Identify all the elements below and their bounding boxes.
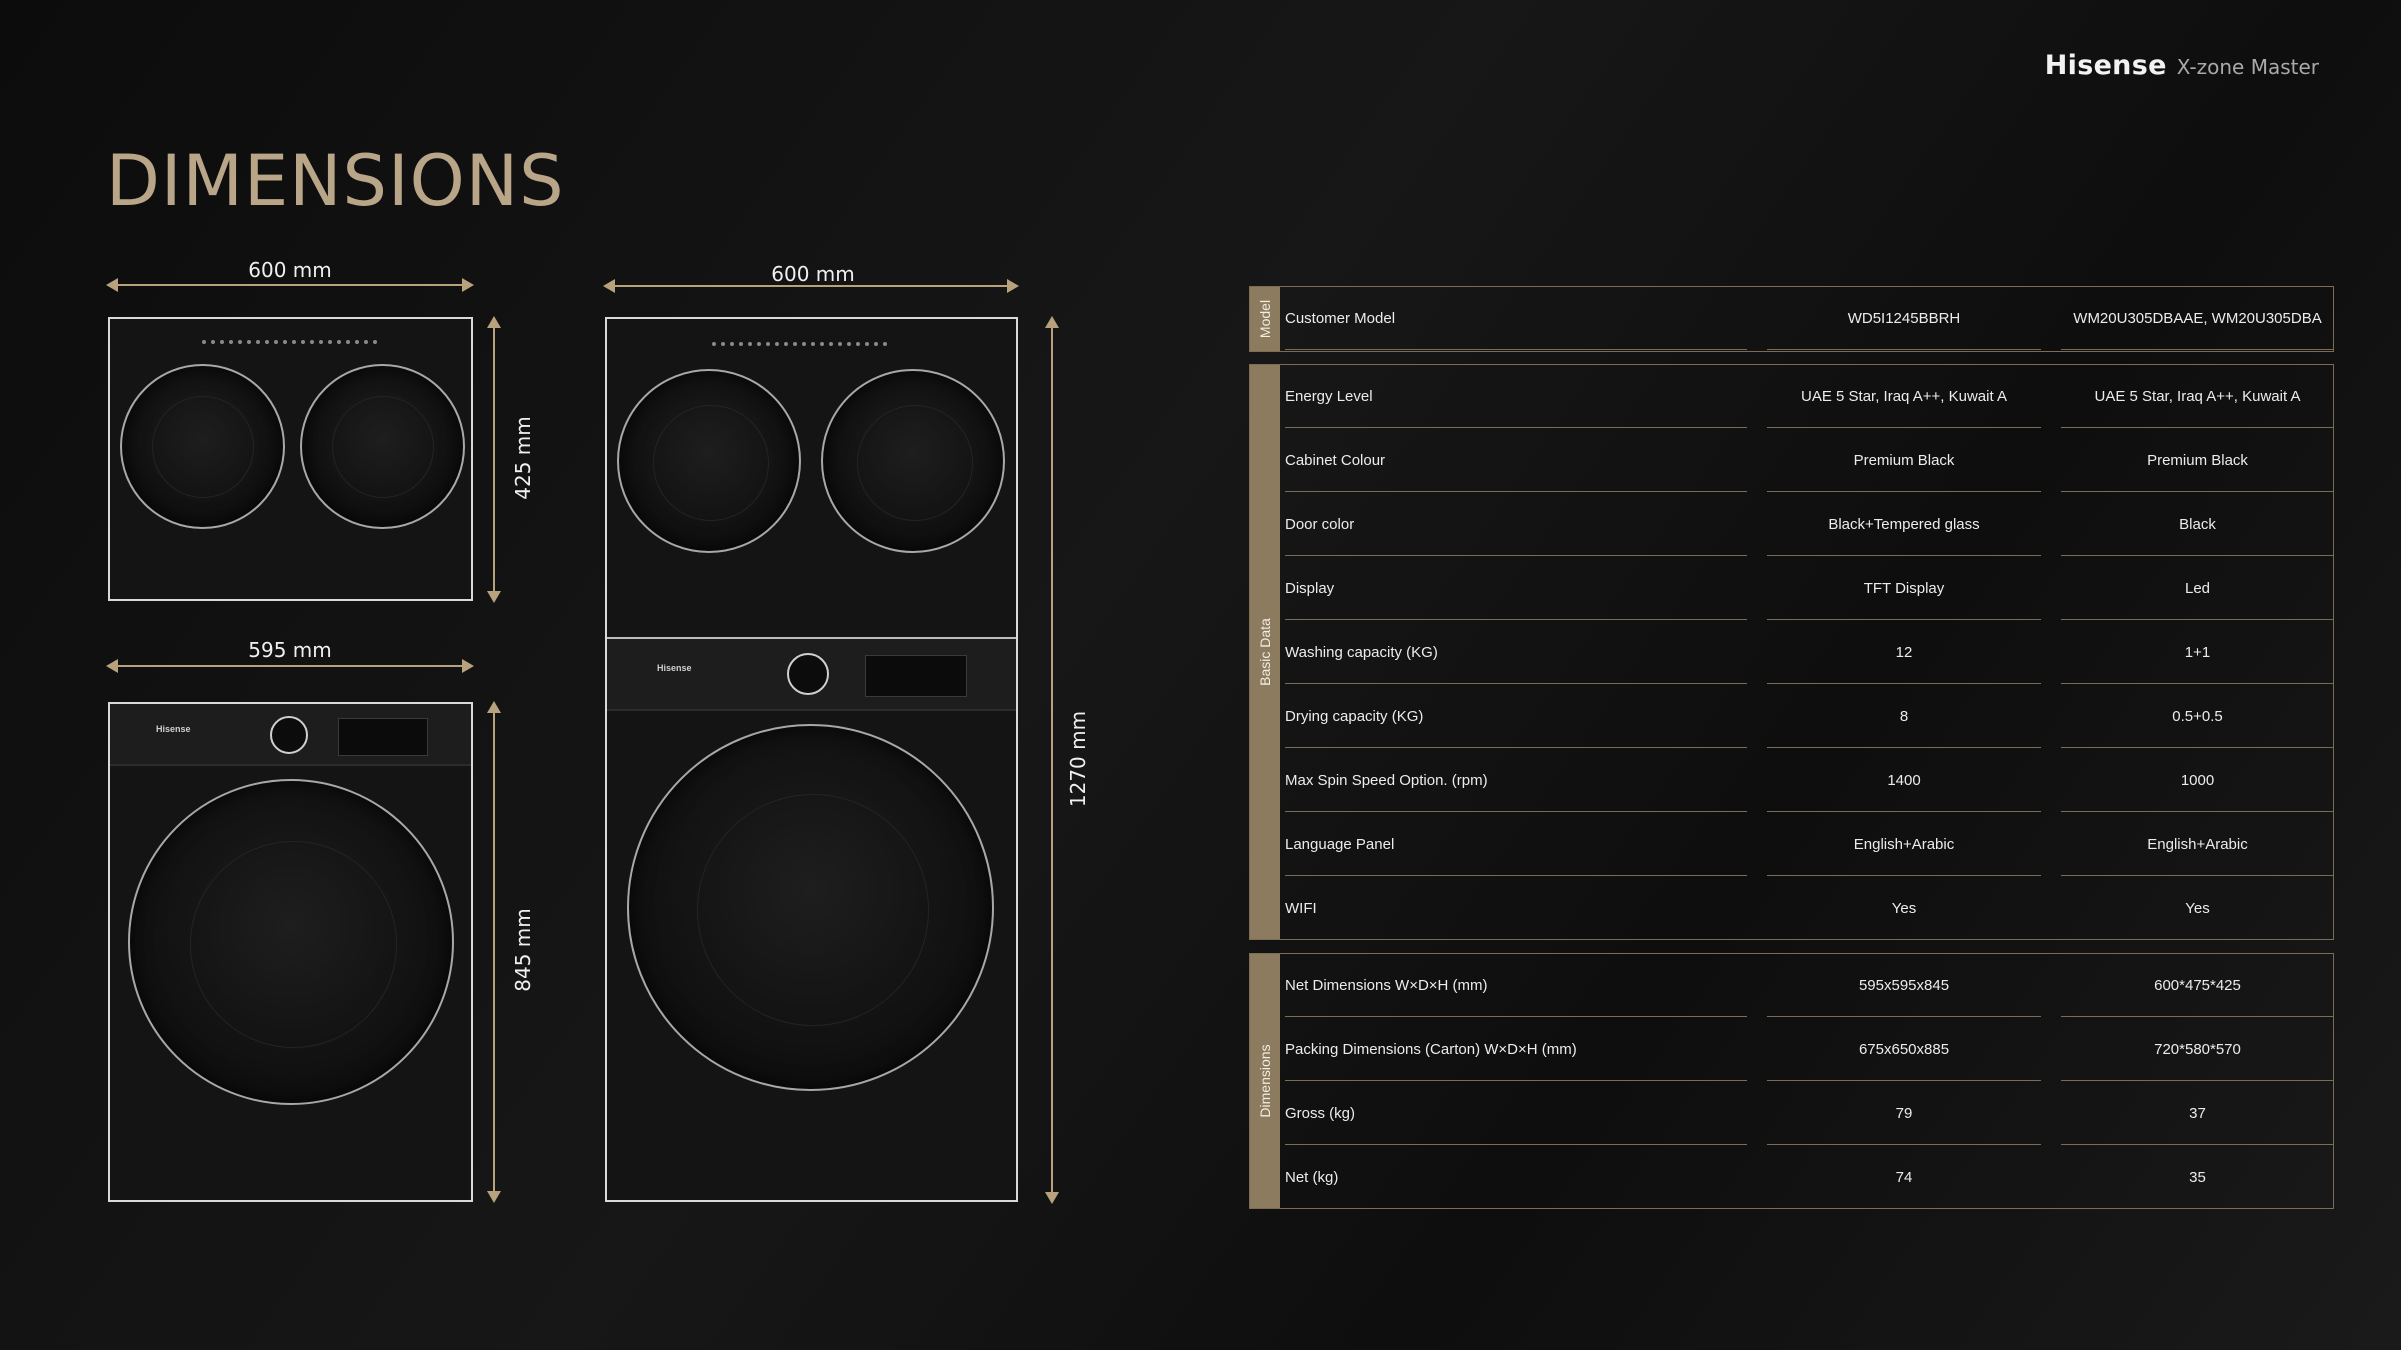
brand-subline: X-zone Master: [2176, 55, 2319, 79]
bottom-height-label: 845 mm: [511, 908, 535, 992]
top-width-label: 600 mm: [248, 258, 332, 282]
stack-panel-brand: Hisense: [657, 663, 692, 673]
row-value-2: Led: [2061, 558, 2334, 620]
row-label: Cabinet Colour: [1285, 430, 1747, 492]
row-value-2: Black: [2061, 494, 2334, 556]
group-model: Model Customer Model WD5I1245BBRH WM20U3…: [1249, 286, 2334, 352]
row-label: WIFI: [1285, 878, 1747, 940]
row-value-1: TFT Display: [1767, 558, 2041, 620]
row-value-2: 1000: [2061, 750, 2334, 812]
row-value-1: 595x595x845: [1767, 955, 2041, 1017]
row-value-2: 720*580*570: [2061, 1019, 2334, 1081]
stack-control-display: [865, 655, 967, 697]
row-label: Packing Dimensions (Carton) W×D×H (mm): [1285, 1019, 1747, 1081]
stack-washer-door: [627, 724, 994, 1091]
row-value-1: 12: [1767, 622, 2041, 684]
stack-width-arrow: [603, 279, 1019, 293]
row-value-1: Yes: [1767, 878, 2041, 940]
program-knob: [270, 716, 308, 754]
stack-width-label: 600 mm: [771, 262, 855, 286]
row-value-1: 8: [1767, 686, 2041, 748]
washer-door: [128, 779, 454, 1105]
top-height-label: 425 mm: [511, 416, 535, 500]
row-label: Net Dimensions W×D×H (mm): [1285, 955, 1747, 1017]
row-value-2: 37: [2061, 1083, 2334, 1145]
page-title: DIMENSIONS: [106, 140, 565, 222]
row-label: Drying capacity (KG): [1285, 686, 1747, 748]
row-label: Max Spin Speed Option. (rpm): [1285, 750, 1747, 812]
row-label: Customer Model: [1285, 288, 1747, 350]
brand-logo: Hisense X-zone Master: [2045, 50, 2319, 81]
brand-name: Hisense: [2044, 50, 2167, 81]
panel-brand: Hisense: [156, 724, 191, 734]
group-model-tab: Model: [1250, 287, 1280, 351]
row-value-1: 1400: [1767, 750, 2041, 812]
row-label: Door color: [1285, 494, 1747, 556]
row-label: Net (kg): [1285, 1147, 1747, 1209]
row-value-2: UAE 5 Star, Iraq A++, Kuwait A: [2061, 366, 2334, 428]
bottom-height-arrow: [487, 701, 501, 1203]
stack-top-controls: [712, 341, 887, 347]
stack-height-arrow: [1045, 316, 1059, 1204]
row-value-2: Premium Black: [2061, 430, 2334, 492]
row-value-2: 35: [2061, 1147, 2334, 1209]
stack-right-drum: [821, 369, 1005, 553]
row-value-2: 0.5+0.5: [2061, 686, 2334, 748]
stack-control-panel: Hisense: [607, 639, 1016, 711]
row-label: Gross (kg): [1285, 1083, 1747, 1145]
row-label: Display: [1285, 558, 1747, 620]
stack-height-label: 1270 mm: [1066, 710, 1090, 808]
row-value-1: 74: [1767, 1147, 2041, 1209]
row-label: Washing capacity (KG): [1285, 622, 1747, 684]
stacked-units-front: Hisense: [605, 317, 1018, 1202]
group-basic-tab: Basic Data: [1250, 365, 1280, 939]
control-display: [338, 718, 428, 756]
row-value-1: Black+Tempered glass: [1767, 494, 2041, 556]
row-value-2: WM20U305DBAAE, WM20U305DBA: [2061, 288, 2334, 350]
row-value-2: 600*475*425: [2061, 955, 2334, 1017]
group-basic-data: Basic Data Energy Level UAE 5 Star, Iraq…: [1249, 364, 2334, 940]
stack-left-drum: [617, 369, 801, 553]
row-label: Language Panel: [1285, 814, 1747, 876]
bottom-width-arrow: [106, 659, 474, 673]
right-drum-door: [300, 364, 465, 529]
row-value-1: 675x650x885: [1767, 1019, 2041, 1081]
group-dimensions-tab: Dimensions: [1250, 954, 1280, 1208]
row-value-1: English+Arabic: [1767, 814, 2041, 876]
washer-dryer-front: Hisense: [108, 702, 473, 1202]
row-value-2: 1+1: [2061, 622, 2334, 684]
stack-program-knob: [787, 653, 829, 695]
row-value-2: English+Arabic: [2061, 814, 2334, 876]
top-height-arrow: [487, 316, 501, 603]
mini-washer-controls: [202, 339, 377, 345]
bottom-width-label: 595 mm: [248, 638, 332, 662]
group-dimensions: Dimensions Net Dimensions W×D×H (mm) 595…: [1249, 953, 2334, 1209]
row-value-1: WD5I1245BBRH: [1767, 288, 2041, 350]
row-value-2: Yes: [2061, 878, 2334, 940]
row-value-1: Premium Black: [1767, 430, 2041, 492]
row-label: Energy Level: [1285, 366, 1747, 428]
top-width-arrow: [106, 278, 474, 292]
row-value-1: UAE 5 Star, Iraq A++, Kuwait A: [1767, 366, 2041, 428]
left-drum-door: [120, 364, 285, 529]
mini-washer-front: [108, 317, 473, 601]
control-panel: Hisense: [110, 704, 471, 766]
row-value-1: 79: [1767, 1083, 2041, 1145]
